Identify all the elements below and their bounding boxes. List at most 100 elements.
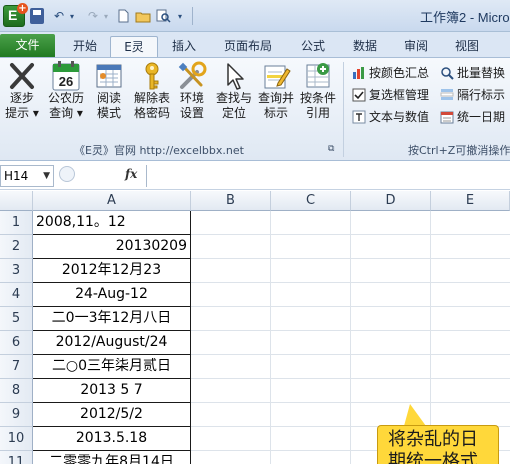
reading-mode-label-2: 模式	[96, 106, 121, 120]
unify-date-label: 统一日期	[457, 110, 506, 124]
lunar-calendar-label-1: 公农历	[47, 91, 84, 105]
cell-a9[interactable]: 2012/5/2	[33, 403, 191, 427]
row-header[interactable]: 5	[0, 307, 33, 331]
cell-a1[interactable]: 2008,11。12	[33, 211, 191, 235]
save-icon[interactable]	[30, 8, 44, 24]
formula-input[interactable]	[146, 165, 510, 187]
cell-a5[interactable]: 二0一3年12月八日	[33, 307, 191, 331]
tab-formulas[interactable]: 公式	[290, 36, 336, 57]
find-locate-button[interactable]: 查找与 定位	[213, 61, 255, 121]
tab-data[interactable]: 数据	[342, 36, 388, 57]
row-header[interactable]: 4	[0, 283, 33, 307]
group-label-website: 《E灵》官网 http://excelbbx.net	[74, 144, 244, 157]
ribbon-group-divider	[343, 62, 344, 157]
unprotect-sheet-button[interactable]: 解除表 格密码	[129, 61, 175, 121]
row-header[interactable]: 10	[0, 427, 33, 451]
lunar-calendar-button[interactable]: 26 公农历 查询 ▾	[44, 61, 88, 121]
tab-view[interactable]: 视图	[444, 36, 490, 57]
ribbon-eling: 逐步 提示 ▾ 26 公农历 查询 ▾ 阅读 模式 解除表 格密码 环境 设置 …	[0, 57, 510, 161]
row-header[interactable]: 6	[0, 331, 33, 355]
row-header[interactable]: 3	[0, 259, 33, 283]
alternate-rows-button[interactable]: 隔行标示	[440, 86, 505, 103]
cell-a2[interactable]: 20130209	[33, 235, 191, 259]
tab-page-layout[interactable]: 页面布局	[216, 36, 280, 57]
tab-review[interactable]: 审阅	[393, 36, 439, 57]
batch-replace-button[interactable]: 批量替换	[440, 64, 505, 81]
row-header[interactable]: 2	[0, 235, 33, 259]
column-header-d[interactable]: D	[351, 191, 431, 211]
new-file-icon[interactable]	[116, 8, 130, 24]
column-header-c[interactable]: C	[271, 191, 351, 211]
conditional-reference-label-1: 按条件	[299, 91, 336, 105]
formula-resize-icon[interactable]	[59, 166, 75, 182]
environment-settings-label-1: 环境	[179, 91, 204, 105]
insert-function-icon[interactable]: fx	[125, 167, 137, 181]
checkbox-manage-label: 复选框管理	[369, 88, 430, 102]
reading-mode-label-1: 阅读	[96, 91, 121, 105]
cell-a10[interactable]: 2013.5.18	[33, 427, 191, 451]
color-summary-button[interactable]: 按颜色汇总	[352, 64, 429, 81]
cursor-icon	[219, 61, 249, 91]
unify-date-button[interactable]: 统一日期	[440, 108, 505, 125]
column-header-a[interactable]: A	[33, 191, 191, 211]
svg-text:26: 26	[59, 74, 73, 89]
reference-icon	[303, 61, 333, 91]
calendar-icon: 26	[52, 61, 80, 91]
row-header[interactable]: 7	[0, 355, 33, 379]
query-highlight-label-2: 标示	[263, 106, 288, 120]
cell-a4[interactable]: 24-Aug-12	[33, 283, 191, 307]
checkbox-manage-button[interactable]: 复选框管理	[352, 86, 429, 103]
query-highlight-button[interactable]: 查询并 标示	[256, 61, 296, 121]
cell-a6[interactable]: 2012/August/24	[33, 331, 191, 355]
qat-customize-icon[interactable]: ▾	[174, 8, 186, 24]
text-number-button[interactable]: 文本与数值	[352, 108, 429, 125]
alternate-rows-label: 隔行标示	[457, 88, 506, 102]
callout-line-2: 期统一格式	[388, 451, 478, 464]
batch-replace-icon	[440, 66, 454, 80]
print-preview-icon[interactable]	[155, 8, 171, 24]
row-header[interactable]: 1	[0, 211, 33, 235]
find-locate-label-1: 查找与	[215, 91, 252, 105]
title-bar: E + ↶ ▾ ↷ ▾ ▾ 工作簿2 - Micro	[0, 0, 510, 32]
reading-mode-button[interactable]: 阅读 模式	[90, 61, 128, 121]
step-hint-button[interactable]: 逐步 提示 ▾	[3, 61, 41, 121]
undo-icon[interactable]: ↶	[50, 8, 68, 24]
tab-file[interactable]: 文件	[0, 34, 55, 57]
column-header-e[interactable]: E	[431, 191, 510, 211]
select-all-corner[interactable]	[0, 191, 33, 211]
excel-logo-icon[interactable]: E +	[3, 3, 28, 27]
query-highlight-label-1: 查询并	[257, 91, 294, 105]
undo-dropdown-icon[interactable]: ▾	[67, 8, 77, 24]
text-number-icon	[352, 110, 366, 124]
callout-pointer	[404, 404, 426, 426]
unprotect-sheet-label-1: 解除表	[133, 91, 170, 105]
open-folder-icon[interactable]	[135, 8, 151, 24]
conditional-reference-button[interactable]: 按条件 引用	[297, 61, 339, 121]
cell-a11[interactable]: 二零零九年8月14日	[33, 451, 191, 464]
cell-a3[interactable]: 2012年12月23	[33, 259, 191, 283]
redo-icon[interactable]: ↷	[84, 8, 102, 24]
unprotect-sheet-label-2: 格密码	[133, 106, 170, 120]
close-x-icon	[7, 61, 37, 91]
redo-dropdown-icon[interactable]: ▾	[101, 8, 111, 24]
row-header[interactable]: 9	[0, 403, 33, 427]
tab-insert[interactable]: 插入	[161, 36, 207, 57]
dialog-launcher-icon[interactable]: ⧉	[328, 144, 334, 154]
row-header[interactable]: 11	[0, 451, 33, 464]
excel-window: E + ↶ ▾ ↷ ▾ ▾ 工作簿2 - Micro 文件 开始 E灵 插入 页面…	[0, 0, 510, 464]
checkbox-icon	[352, 88, 366, 102]
cell-a8[interactable]: 2013 5 7	[33, 379, 191, 403]
environment-settings-button[interactable]: 环境 设置	[175, 61, 209, 121]
chevron-down-icon[interactable]: ▼	[43, 166, 50, 186]
tab-home[interactable]: 开始	[62, 36, 108, 57]
key-icon	[137, 61, 167, 91]
ribbon-tabs: 文件 开始 E灵 插入 页面布局 公式 数据 审阅 视图	[0, 32, 510, 57]
text-number-label: 文本与数值	[369, 110, 430, 124]
name-box-value: H14	[4, 169, 29, 183]
tab-eling[interactable]: E灵	[110, 36, 158, 57]
column-header-b[interactable]: B	[191, 191, 271, 211]
reading-mode-icon	[94, 61, 124, 91]
row-header[interactable]: 8	[0, 379, 33, 403]
name-box[interactable]: H14 ▼	[0, 165, 54, 187]
cell-a7[interactable]: 二○0三年柒月贰日	[33, 355, 191, 379]
